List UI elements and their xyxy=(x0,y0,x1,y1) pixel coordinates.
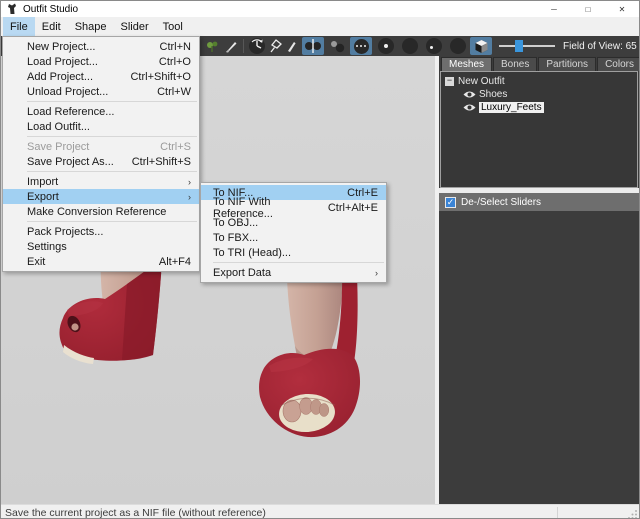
menu-item-export-data[interactable]: Export Data › xyxy=(201,265,386,280)
tree-item-luxury-feets[interactable]: Luxury_Feets xyxy=(479,102,544,113)
app-icon xyxy=(7,3,17,15)
menu-item-load-reference[interactable]: Load Reference... xyxy=(3,104,199,119)
fov-slider-thumb[interactable] xyxy=(515,40,523,52)
tab-meshes[interactable]: Meshes xyxy=(441,57,492,71)
deselect-sliders-checkbox[interactable]: ✓ xyxy=(445,197,456,208)
menu-item-load-outfit[interactable]: Load Outfit... xyxy=(3,119,199,134)
sliders-list-empty xyxy=(439,211,639,504)
tree-item-shoes[interactable]: Shoes xyxy=(479,89,507,100)
menu-item-make-conversion-reference[interactable]: Make Conversion Reference xyxy=(3,204,199,219)
menu-item-exit[interactable]: Exit Alt+F4 xyxy=(3,254,199,269)
menu-slider[interactable]: Slider xyxy=(114,17,156,36)
plant-icon[interactable] xyxy=(204,37,220,55)
menu-item-settings[interactable]: Settings xyxy=(3,239,199,254)
brush-icon[interactable] xyxy=(222,37,240,55)
menu-item-export[interactable]: Export › xyxy=(3,189,199,204)
collapse-icon[interactable]: − xyxy=(445,77,454,86)
fov-slider[interactable] xyxy=(499,45,555,47)
menu-separator xyxy=(27,136,197,137)
brush-falloff-2-icon[interactable] xyxy=(400,37,420,55)
brush-falloff-1-icon[interactable] xyxy=(376,37,396,55)
sliders-header: ✓ De-/Select Sliders xyxy=(439,193,639,211)
menu-separator xyxy=(27,171,197,172)
menu-item-new-project[interactable]: New Project... Ctrl+N xyxy=(3,39,199,54)
window-controls: ─ □ ✕ xyxy=(537,1,639,17)
panel-tabs: Meshes Bones Partitions Colors Lights xyxy=(439,56,639,71)
minimize-button[interactable]: ─ xyxy=(537,1,571,17)
file-dropdown-menu: New Project... Ctrl+N Load Project... Ct… xyxy=(2,36,200,272)
history-icon[interactable] xyxy=(247,37,267,55)
title-bar: Outfit Studio ─ □ ✕ xyxy=(1,1,639,17)
tree-row-luxury-feets[interactable]: Luxury_Feets xyxy=(463,101,637,114)
submenu-arrow-icon: › xyxy=(188,192,191,202)
close-button[interactable]: ✕ xyxy=(605,1,639,17)
tree-row-root[interactable]: − New Outfit xyxy=(445,75,637,88)
menu-item-import[interactable]: Import › xyxy=(3,174,199,189)
xmirror-toggle-icon[interactable] xyxy=(302,37,324,55)
brush-falloff-3-icon[interactable] xyxy=(424,37,444,55)
menu-item-to-fbx[interactable]: To FBX... xyxy=(201,230,386,245)
menu-tool[interactable]: Tool xyxy=(156,17,190,36)
menu-item-save-project: Save Project Ctrl+S xyxy=(3,139,199,154)
menu-item-pack-projects[interactable]: Pack Projects... xyxy=(3,224,199,239)
menu-bar: File Edit Shape Slider Tool xyxy=(1,17,639,36)
resize-grip-icon[interactable] xyxy=(628,509,638,519)
visibility-eye-icon[interactable] xyxy=(463,90,476,99)
menu-separator xyxy=(213,262,384,263)
tab-colors[interactable]: Colors xyxy=(597,57,640,71)
menu-file[interactable]: File xyxy=(3,17,35,36)
brush-falloff-4-icon[interactable] xyxy=(448,37,468,55)
maximize-button[interactable]: □ xyxy=(571,1,605,17)
toolbar-separator xyxy=(243,39,244,53)
menu-edit[interactable]: Edit xyxy=(35,17,68,36)
sliders-header-label: De-/Select Sliders xyxy=(461,197,541,208)
status-separator xyxy=(557,507,558,519)
menu-item-to-nif-with-reference[interactable]: To NIF With Reference... Ctrl+Alt+E xyxy=(201,200,386,215)
menu-item-add-project[interactable]: Add Project... Ctrl+Shift+O xyxy=(3,69,199,84)
outfit-studio-window: Outfit Studio ─ □ ✕ File Edit Shape Slid… xyxy=(0,0,640,519)
visibility-eye-icon[interactable] xyxy=(463,103,476,112)
tree-root-label[interactable]: New Outfit xyxy=(458,76,505,87)
tab-bones[interactable]: Bones xyxy=(493,57,537,71)
window-title: Outfit Studio xyxy=(23,4,78,15)
tab-partitions[interactable]: Partitions xyxy=(538,57,596,71)
export-submenu: To NIF... Ctrl+E To NIF With Reference..… xyxy=(200,182,387,283)
meshes-tree: − New Outfit Shoes Luxury_Feets xyxy=(440,71,638,188)
menu-item-to-tri-head[interactable]: To TRI (Head)... xyxy=(201,245,386,260)
connected-vertices-toggle-icon[interactable] xyxy=(326,37,348,55)
pin-icon[interactable] xyxy=(267,37,285,55)
status-bar: Save the current project as a NIF file (… xyxy=(1,504,639,519)
fov-label: Field of View: 65 xyxy=(563,36,637,56)
menu-separator xyxy=(27,101,197,102)
tree-row-shoes[interactable]: Shoes xyxy=(463,88,637,101)
perspective-cube-toggle-icon[interactable] xyxy=(470,37,492,55)
global-brush-toggle-icon[interactable] xyxy=(350,37,372,55)
menu-shape[interactable]: Shape xyxy=(68,17,114,36)
menu-item-unload-project[interactable]: Unload Project... Ctrl+W xyxy=(3,84,199,99)
submenu-arrow-icon: › xyxy=(375,268,378,278)
status-text: Save the current project as a NIF file (… xyxy=(1,507,266,519)
menu-separator xyxy=(27,221,197,222)
menu-item-save-project-as[interactable]: Save Project As... Ctrl+Shift+S xyxy=(3,154,199,169)
pen-icon[interactable] xyxy=(284,37,298,55)
right-panel: Meshes Bones Partitions Colors Lights − … xyxy=(435,56,639,504)
menu-item-load-project[interactable]: Load Project... Ctrl+O xyxy=(3,54,199,69)
submenu-arrow-icon: › xyxy=(188,177,191,187)
